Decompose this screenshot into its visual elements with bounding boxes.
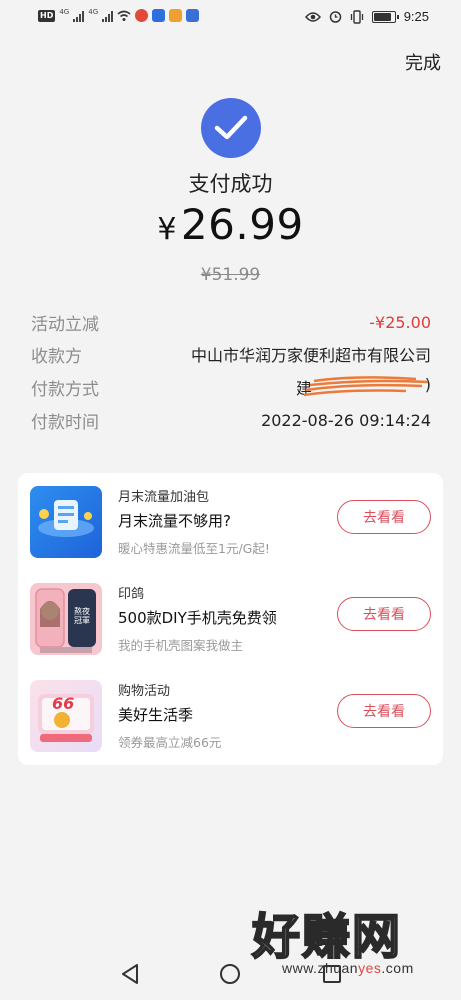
promo-subtitle: 暖心特惠流量低至1元/G起! (118, 541, 270, 556)
home-icon[interactable] (219, 963, 241, 985)
original-amount: ¥51.99 (200, 265, 261, 285)
signal-icon (73, 10, 85, 22)
phone-case-caption: 熬夜冠軍 (74, 607, 90, 625)
promo-item[interactable]: 熬夜冠軍 印鸽 500款DIY手机壳免费领 我的手机壳图案我做主 去看看 (30, 583, 435, 659)
amount-value: 26.99 (180, 200, 304, 249)
clock: 9:25 (403, 9, 429, 24)
network-type-label: 4G (59, 8, 70, 16)
wifi-icon (117, 10, 131, 21)
promo-category: 购物活动 (118, 684, 171, 699)
eye-icon (304, 11, 321, 22)
view-button[interactable]: 去看看 (337, 500, 431, 534)
detail-label: 活动立减 (31, 314, 99, 335)
battery-icon (371, 10, 399, 23)
detail-label: 付款方式 (31, 379, 99, 400)
detail-label: 收款方 (31, 346, 82, 367)
detail-row-payee: 收款方 中山市华润万家便利超市有限公司 (31, 342, 431, 367)
detail-row-time: 付款时间 2022-08-26 09:14:24 (31, 408, 431, 433)
back-icon[interactable] (120, 963, 140, 985)
promo-item[interactable]: 66 购物活动 美好生活季 领券最高立减66元 去看看 (30, 680, 435, 756)
promo-subtitle: 我的手机壳图案我做主 (118, 638, 244, 653)
promo-subtitle: 领券最高立减66元 (118, 735, 222, 750)
phone-case-icon: 熬夜冠軍 (30, 583, 102, 655)
system-nav-bar (0, 950, 461, 1000)
network-type-label-2: 4G (88, 8, 99, 16)
promo-category: 月末流量加油包 (118, 490, 210, 505)
promo-title: 美好生活季 (118, 706, 194, 724)
promo-item[interactable]: 月末流量加油包 月末流量不够用? 暖心特惠流量低至1元/G起! 去看看 (30, 486, 435, 562)
success-check-icon (201, 98, 261, 158)
redaction-scribble (303, 376, 429, 397)
status-right: 9:25 (304, 9, 429, 24)
status-left: HD 4G 4G (38, 8, 200, 22)
detail-row-discount: 活动立减 -¥25.00 (31, 310, 431, 335)
done-button[interactable]: 完成 (405, 49, 441, 75)
promo-card: 月末流量加油包 月末流量不够用? 暖心特惠流量低至1元/G起! 去看看 熬夜冠軍… (18, 473, 443, 765)
recents-icon[interactable] (322, 964, 342, 984)
payment-amount: ¥26.99 (0, 200, 461, 249)
signal-icon-2 (102, 10, 114, 22)
view-button[interactable]: 去看看 (337, 597, 431, 631)
weibo-app-icon (135, 9, 149, 22)
hd-badge: HD (38, 9, 56, 22)
promo-category: 印鸽 (118, 587, 145, 602)
promo-title: 500款DIY手机壳免费领 (118, 609, 277, 627)
alarm-icon (329, 11, 341, 23)
discount-value: -¥25.00 (369, 312, 431, 332)
photo-app-icon (169, 9, 183, 22)
payment-time-value: 2022-08-26 09:14:24 (261, 410, 431, 430)
coupon-amount: 66 (52, 694, 75, 713)
view-button[interactable]: 去看看 (337, 694, 431, 728)
detail-row-payment-method: 付款方式 建 ) (31, 375, 431, 400)
payment-status-title: 支付成功 (188, 172, 273, 196)
payment-method-value: 建 ) (296, 375, 431, 399)
news-app-icon (152, 9, 166, 22)
coupon-icon: 66 (30, 680, 102, 752)
currency-symbol: ¥ (157, 212, 177, 247)
status-bar: HD 4G 4G 9:25 (0, 0, 461, 36)
vibrate-icon (350, 9, 363, 24)
detail-label: 付款时间 (31, 412, 99, 433)
data-package-icon (30, 486, 102, 558)
promo-title: 月末流量不够用? (118, 512, 231, 530)
payee-value: 中山市华润万家便利超市有限公司 (190, 346, 431, 365)
music-app-icon (186, 9, 200, 22)
